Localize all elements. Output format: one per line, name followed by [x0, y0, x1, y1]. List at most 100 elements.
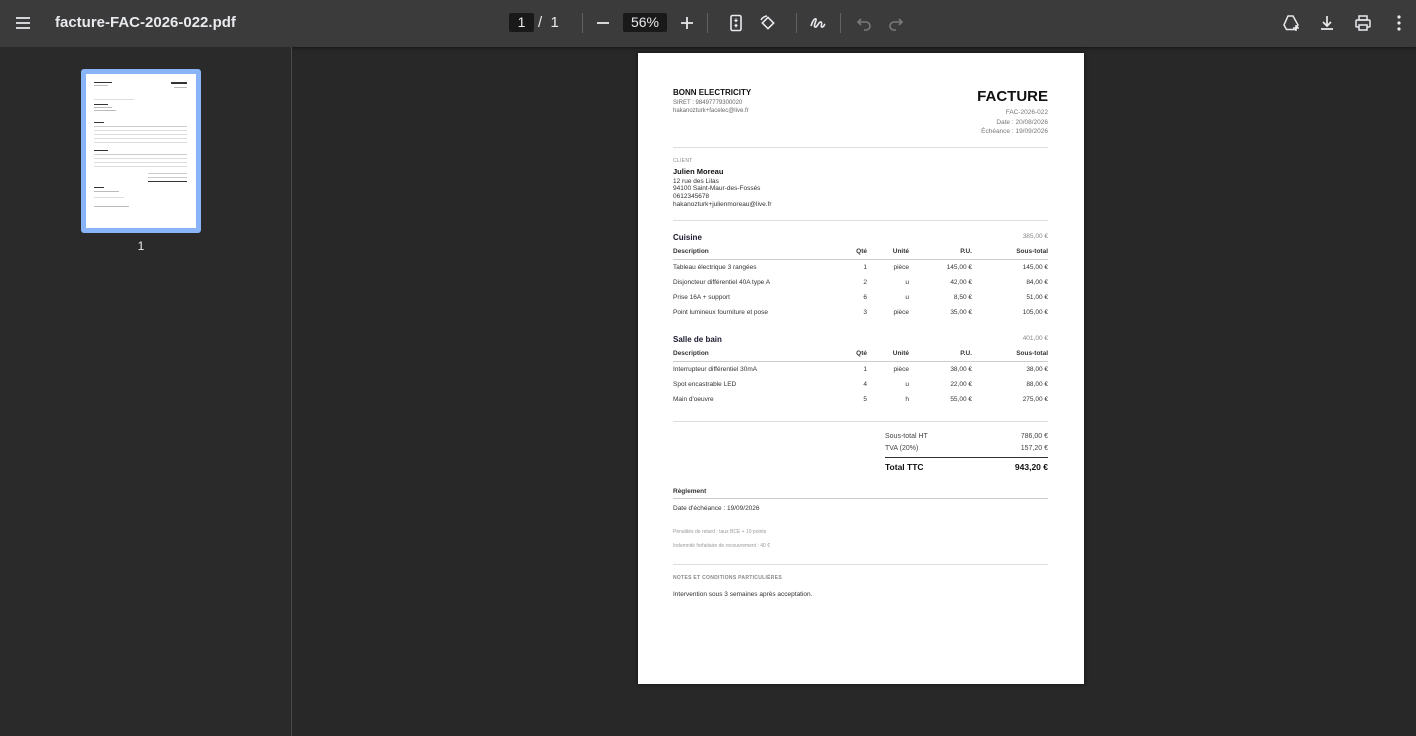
fit-page-button[interactable]	[721, 8, 751, 38]
thumbnail-sidebar: 1	[0, 47, 292, 736]
row-unit: u	[905, 279, 909, 286]
page-thumbnail[interactable]	[81, 69, 201, 233]
total-ttc-label: Total TTC	[885, 462, 924, 472]
page-separator: /	[538, 14, 543, 31]
page-number-input[interactable]: 1	[509, 13, 534, 32]
download-button[interactable]	[1312, 8, 1342, 38]
drive-add-icon	[1283, 15, 1299, 31]
row-unit-price: 38,00 €	[950, 366, 972, 373]
column-header-subtotal: Sous-total	[1016, 248, 1048, 255]
toolbar-divider	[796, 13, 797, 33]
row-unit-price: 35,00 €	[950, 309, 972, 316]
row-unit: u	[905, 381, 909, 388]
column-header-unit: Unité	[892, 248, 909, 255]
table-header-rule	[673, 259, 1048, 260]
thumb-line	[94, 158, 187, 159]
row-description: Disjoncteur différentiel 40A type A	[673, 279, 771, 286]
thumb-line	[171, 82, 187, 84]
section-total: 401,00 €	[1022, 335, 1048, 342]
thumbnail-page-number: 1	[137, 239, 145, 253]
notes-text: Intervention sous 3 semaines après accep…	[673, 591, 813, 598]
minus-icon	[597, 22, 609, 24]
row-description: Tableau électrique 3 rangées	[673, 264, 757, 271]
invoice-date: Date : 20/08/2026	[996, 119, 1048, 126]
row-unit-price: 8,50 €	[953, 294, 972, 301]
company-name: BONN ELECTRICITY	[673, 88, 752, 97]
row-qty: 5	[863, 396, 867, 403]
zoom-out-button[interactable]	[588, 8, 618, 38]
row-unit-price: 55,00 €	[950, 396, 972, 403]
zoom-input[interactable]: 56%	[623, 13, 667, 32]
redo-button[interactable]	[881, 8, 911, 38]
column-header-unit: Unité	[892, 350, 909, 357]
client-email: hakanozturk+julienmoreau@live.fr	[673, 201, 772, 208]
tva-value: 157,20 €	[1020, 445, 1048, 452]
more-actions-button[interactable]	[1384, 8, 1414, 38]
column-header-qty: Qté	[856, 248, 867, 255]
divider	[673, 421, 1048, 422]
thumb-line	[94, 82, 112, 83]
menu-button[interactable]	[8, 8, 38, 38]
row-unit: h	[905, 396, 909, 403]
company-siret: SIRET : 98497779300020	[673, 100, 743, 106]
client-name: Julien Moreau	[673, 167, 724, 176]
zoom-in-button[interactable]	[672, 8, 702, 38]
client-address-line: 12 rue des Lilas	[673, 178, 719, 185]
download-icon	[1321, 16, 1333, 30]
column-header-qty: Qté	[856, 350, 867, 357]
row-subtotal: 88,00 €	[1026, 381, 1048, 388]
row-description: Prise 16A + support	[673, 294, 730, 301]
row-subtotal: 38,00 €	[1026, 366, 1048, 373]
thumb-line	[148, 181, 187, 182]
divider	[673, 498, 1048, 499]
thumb-line	[94, 85, 108, 86]
hamburger-icon	[16, 17, 30, 29]
section-title: Salle de bain	[673, 335, 722, 344]
toolbar-divider	[582, 13, 583, 33]
save-to-drive-button[interactable]	[1276, 8, 1306, 38]
row-description: Point lumineux fourniture et pose	[673, 309, 769, 316]
thumb-line	[148, 173, 187, 174]
undo-button[interactable]	[849, 8, 879, 38]
thumb-line	[94, 122, 104, 123]
thumb-line	[94, 187, 104, 188]
document-title: facture-FAC-2026-022.pdf	[55, 14, 236, 31]
thumb-line	[94, 110, 116, 111]
page-total: 1	[550, 14, 559, 31]
thumb-line	[94, 126, 187, 127]
row-subtotal: 145,00 €	[1022, 264, 1048, 271]
payment-due-date: Date d'échéance : 19/09/2026	[673, 505, 760, 512]
thumb-line	[94, 104, 108, 105]
column-header-unit-price: P.U.	[960, 350, 972, 357]
column-header-description: Description	[673, 350, 709, 357]
thumb-line	[94, 162, 187, 163]
redo-icon	[889, 18, 904, 31]
row-unit: pièce	[893, 264, 909, 271]
row-unit-price: 145,00 €	[946, 264, 972, 271]
row-unit: pièce	[893, 366, 909, 373]
client-phone: 0612345678	[673, 193, 710, 200]
client-address-line: 94100 Saint-Maur-des-Fossés	[673, 185, 761, 192]
row-unit-price: 22,00 €	[950, 381, 972, 388]
thumb-line	[174, 87, 187, 88]
row-description: Main d'oeuvre	[673, 396, 714, 403]
invoice-title: FACTURE	[977, 88, 1048, 105]
rotate-button[interactable]	[753, 8, 783, 38]
row-description: Interrupteur différentiel 30mA	[673, 366, 758, 373]
notes-title: NOTES ET CONDITIONS PARTICULIÈRES	[673, 575, 782, 581]
row-qty: 1	[863, 264, 867, 271]
page-count: / 1	[538, 14, 559, 31]
thumb-line	[94, 134, 187, 135]
row-qty: 3	[863, 309, 867, 316]
thumbnail-preview	[86, 74, 196, 228]
annotate-button[interactable]	[803, 8, 833, 38]
pdf-toolbar: facture-FAC-2026-022.pdf 1 / 1 56%	[0, 0, 1416, 47]
thumb-line	[94, 142, 187, 143]
fit-page-icon	[730, 14, 742, 32]
thumb-line	[94, 166, 187, 167]
row-unit: pièce	[893, 309, 909, 316]
thumb-line	[94, 197, 124, 198]
print-button[interactable]	[1348, 8, 1378, 38]
column-header-unit-price: P.U.	[960, 248, 972, 255]
section-total: 385,00 €	[1022, 233, 1048, 240]
